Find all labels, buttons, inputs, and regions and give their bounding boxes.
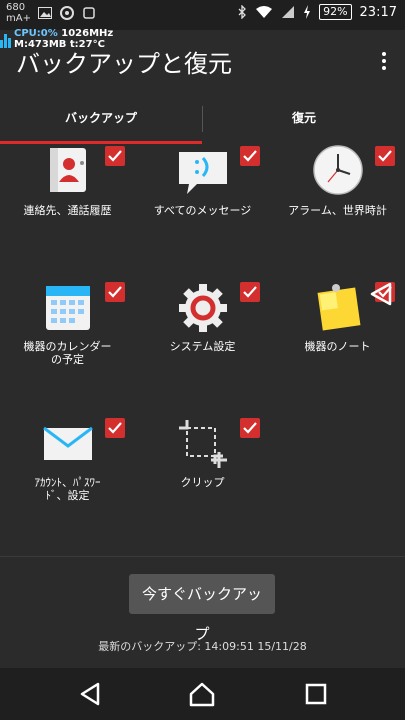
cpu-value: 0% [40, 28, 58, 39]
crop-icon [179, 420, 227, 468]
current-unit: mA+ [6, 13, 31, 24]
back-icon[interactable] [76, 680, 104, 708]
item-label: すべてのメッセージ [153, 204, 252, 217]
signal-icon [282, 6, 295, 18]
cpu-meter-icon [0, 32, 12, 48]
checkbox-system-settings[interactable] [240, 282, 260, 302]
item-label: 機器のカレンダーの予定 [23, 340, 112, 366]
status-bar: 680 mA+ 92% 23:17 [0, 0, 405, 30]
last-backup-text: 最新のバックアップ: 14:09:51 15/11/28 [98, 640, 307, 653]
gear-icon [179, 284, 227, 332]
clock-icon [313, 145, 363, 195]
item-label: クリップ [180, 476, 225, 489]
watch-icon [83, 7, 95, 19]
item-label: アラーム、世界時計 [288, 204, 387, 217]
battery-level: 92% [319, 4, 352, 20]
tab-bar: バックアップ 復元 [0, 100, 405, 144]
item-label: システム設定 [169, 340, 236, 353]
item-label: 連絡先、通話履歴 [23, 204, 112, 217]
checkbox-calendar[interactable] [105, 282, 125, 302]
cpu-overlay: CPU:0% 1026MHz M:473MB t:27°C [14, 28, 113, 50]
cpu-label: CPU: [14, 28, 41, 39]
charging-icon [304, 5, 311, 19]
backup-now-button[interactable]: 今すぐバックアップ [129, 574, 275, 643]
checkbox-alarms[interactable] [375, 146, 395, 166]
checkbox-accounts[interactable] [105, 418, 125, 438]
backup-items-grid: 連絡先、通話履歴 すべてのメッセージ アラーム、世界時計 機器のカレンダーの予定… [0, 144, 405, 554]
item-label: ｱｶｳﾝﾄ、ﾊﾟｽﾜｰﾄﾞ、設定 [34, 476, 101, 502]
calendar-icon [46, 286, 90, 330]
clock-time: 23:17 [359, 4, 397, 20]
mem-label: M: [14, 39, 28, 50]
bluetooth-icon [238, 5, 246, 19]
current-value: 680 [6, 2, 26, 13]
note-icon [317, 284, 361, 331]
bottom-panel: 今すぐバックアップ 最新のバックアップ: 14:09:51 15/11/28 [0, 556, 405, 669]
item-label: 機器のノート [304, 340, 371, 353]
wifi-icon [256, 6, 273, 18]
overflow-menu-icon[interactable] [381, 52, 387, 73]
floating-back-icon[interactable] [366, 280, 394, 308]
tab-restore[interactable]: 復元 [203, 100, 405, 144]
image-icon [38, 7, 52, 19]
temperature: t:27°C [69, 39, 105, 50]
navigation-bar [0, 668, 405, 720]
current-readout: 680 mA+ [6, 2, 31, 24]
checkbox-clip[interactable] [240, 418, 260, 438]
mem-value: 473MB [27, 39, 67, 50]
message-icon [179, 152, 227, 194]
tab-backup[interactable]: バックアップ [0, 100, 202, 144]
checkbox-messages[interactable] [240, 146, 260, 166]
home-icon[interactable] [188, 680, 216, 708]
app-circle-icon [60, 6, 74, 20]
contacts-icon [50, 148, 86, 192]
recent-apps-icon[interactable] [302, 680, 330, 708]
checkbox-contacts[interactable] [105, 146, 125, 166]
mail-icon [43, 426, 93, 460]
cpu-freq: 1026MHz [61, 28, 114, 39]
